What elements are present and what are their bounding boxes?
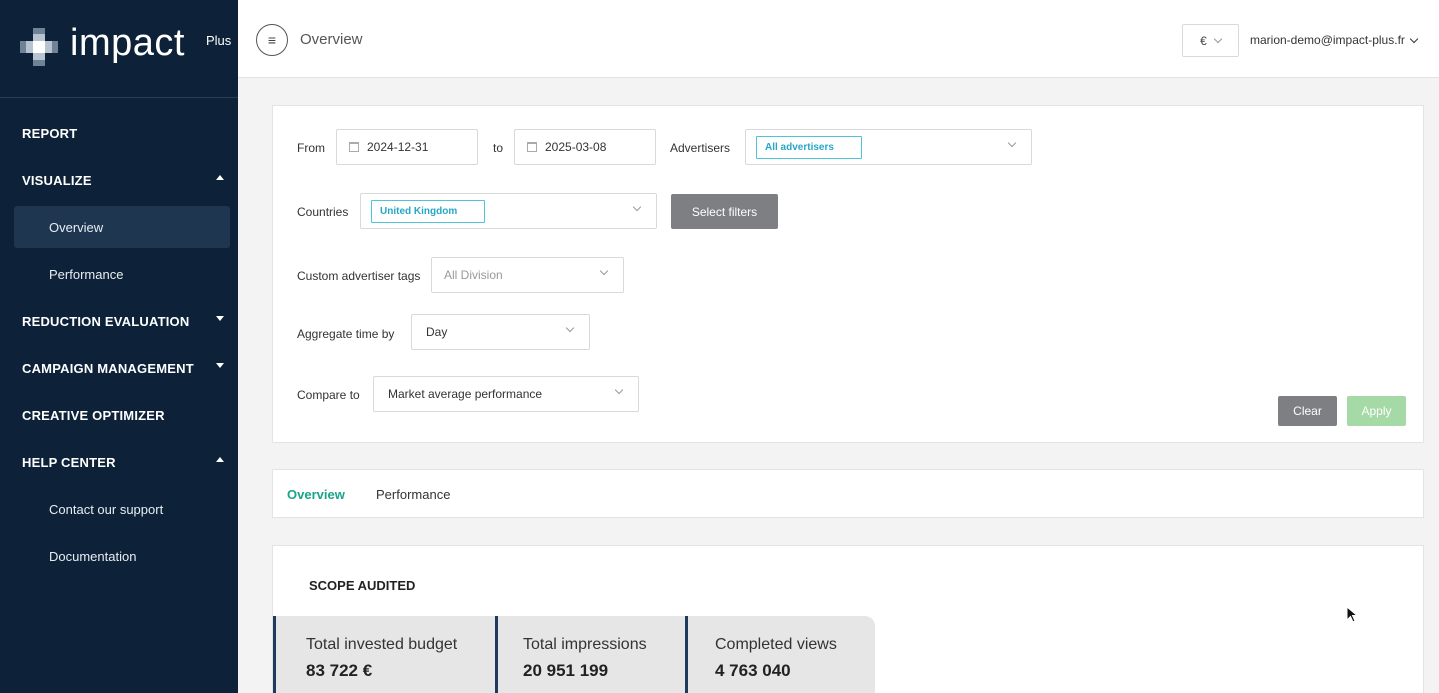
view-tabs: Overview Performance xyxy=(272,469,1424,518)
nav-item-overview[interactable]: Overview xyxy=(14,206,230,248)
calendar-icon xyxy=(349,142,359,152)
from-date-input[interactable]: 2024-12-31 xyxy=(336,129,478,165)
caret-up-icon xyxy=(216,457,224,462)
menu-toggle-button[interactable]: ≡ xyxy=(256,24,288,56)
stat-value: 20 951 199 xyxy=(523,661,609,680)
currency-select[interactable]: € xyxy=(1182,24,1239,57)
top-bar: ≡ Overview € marion-demo@impact-plus.fr xyxy=(238,0,1439,78)
aggregate-label: Aggregate time by xyxy=(297,327,395,341)
chevron-down-icon xyxy=(1213,34,1223,44)
nav-visualize-label: VISUALIZE xyxy=(22,173,92,188)
brand-suffix: Plus xyxy=(206,33,232,48)
filter-panel: From 2024-12-31 to 2025-03-08 Advertiser… xyxy=(272,105,1424,443)
chevron-down-icon xyxy=(565,323,575,333)
advertisers-tag[interactable]: All advertisers xyxy=(756,135,862,159)
caret-down-icon xyxy=(216,363,224,368)
countries-tag[interactable]: United Kingdom xyxy=(371,199,485,223)
countries-select[interactable]: United Kingdom xyxy=(360,193,657,229)
nav-help-label: HELP CENTER xyxy=(22,455,116,470)
chevron-down-icon xyxy=(599,266,609,276)
advertisers-select[interactable]: All advertisers xyxy=(745,129,1032,165)
tab-performance[interactable]: Performance xyxy=(376,487,450,502)
stat-label: Completed views xyxy=(715,636,837,653)
logo[interactable]: impact Plus xyxy=(0,0,238,98)
custom-tags-select[interactable]: All Division xyxy=(431,257,624,293)
sidebar-nav: REPORT VISUALIZE Overview Performance RE… xyxy=(0,110,238,580)
caret-down-icon xyxy=(216,316,224,321)
mouse-cursor-icon xyxy=(1346,606,1358,623)
brand-name: impact xyxy=(70,22,185,64)
nav-item-documentation[interactable]: Documentation xyxy=(0,533,238,580)
apply-button[interactable]: Apply xyxy=(1347,396,1406,426)
nav-help-center[interactable]: HELP CENTER xyxy=(0,439,238,486)
logo-mark-icon xyxy=(20,28,58,66)
nav-visualize[interactable]: VISUALIZE xyxy=(0,157,238,204)
stat-total-impressions: Total impressions 20 951 199 xyxy=(495,616,685,693)
stats-row: Total invested budget 83 722 € Total imp… xyxy=(273,616,875,693)
user-email: marion-demo@impact-plus.fr xyxy=(1250,33,1405,47)
nav-item-contact-support[interactable]: Contact our support xyxy=(0,486,238,533)
aggregate-select[interactable]: Day xyxy=(411,314,590,350)
caret-up-icon xyxy=(216,175,224,180)
to-date-input[interactable]: 2025-03-08 xyxy=(514,129,656,165)
custom-tags-label: Custom advertiser tags xyxy=(297,269,421,283)
nav-campaign-label: CAMPAIGN MANAGEMENT xyxy=(22,361,194,376)
hamburger-icon: ≡ xyxy=(267,32,277,48)
nav-report[interactable]: REPORT xyxy=(0,110,238,157)
clear-button[interactable]: Clear xyxy=(1278,396,1337,426)
countries-label: Countries xyxy=(297,205,349,219)
select-filters-button[interactable]: Select filters xyxy=(671,194,778,229)
to-label: to xyxy=(493,141,504,155)
from-date-value: 2024-12-31 xyxy=(367,140,429,154)
nav-campaign-management[interactable]: CAMPAIGN MANAGEMENT xyxy=(0,345,238,392)
custom-tags-placeholder: All Division xyxy=(444,268,503,282)
chevron-down-icon xyxy=(1007,138,1017,148)
compare-value: Market average performance xyxy=(388,387,543,401)
sidebar: impact Plus REPORT VISUALIZE Overview Pe… xyxy=(0,0,238,693)
stat-total-budget: Total invested budget 83 722 € xyxy=(273,616,495,693)
page-title: Overview xyxy=(300,31,363,48)
nav-creative-optimizer[interactable]: CREATIVE OPTIMIZER xyxy=(0,392,238,439)
tab-overview[interactable]: Overview xyxy=(287,487,345,502)
nav-item-performance[interactable]: Performance xyxy=(0,251,238,298)
chevron-down-icon xyxy=(632,202,642,212)
scope-title: SCOPE AUDITED xyxy=(309,578,416,593)
stat-label: Total invested budget xyxy=(306,636,458,653)
stat-completed-views: Completed views 4 763 040 xyxy=(685,616,875,693)
compare-label: Compare to xyxy=(297,388,360,402)
from-label: From xyxy=(297,141,325,155)
chevron-down-icon xyxy=(614,385,624,395)
scope-audited-card: SCOPE AUDITED Total invested budget 83 7… xyxy=(272,545,1424,693)
stat-value: 4 763 040 xyxy=(715,661,791,680)
aggregate-value: Day xyxy=(426,325,448,339)
user-menu[interactable]: marion-demo@impact-plus.fr xyxy=(1250,33,1419,47)
stat-label: Total impressions xyxy=(523,636,647,653)
stat-value: 83 722 € xyxy=(306,661,373,680)
chevron-down-icon xyxy=(1409,34,1419,43)
advertisers-label: Advertisers xyxy=(670,141,731,155)
nav-reduction-evaluation[interactable]: REDUCTION EVALUATION xyxy=(0,298,238,345)
to-date-value: 2025-03-08 xyxy=(545,140,607,154)
calendar-icon xyxy=(527,142,537,152)
currency-value: € xyxy=(1200,33,1207,48)
compare-select[interactable]: Market average performance xyxy=(373,376,639,412)
nav-reduction-label: REDUCTION EVALUATION xyxy=(22,314,190,329)
